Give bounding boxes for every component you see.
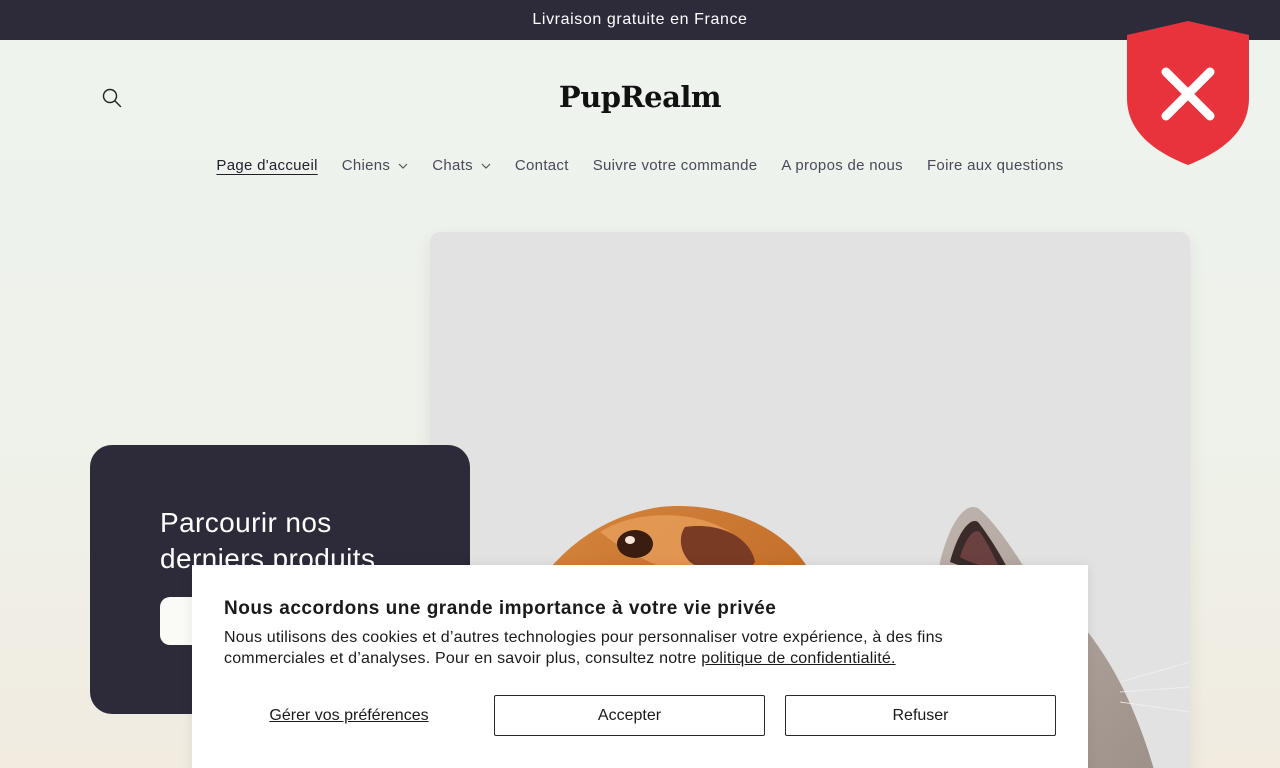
- nav-label-faq: Foire aux questions: [926, 157, 1064, 174]
- nav-item-chats[interactable]: Chats: [420, 157, 503, 174]
- nav-item-track-order[interactable]: Suivre votre commande: [581, 157, 770, 174]
- chevron-down-icon: [398, 163, 408, 169]
- nav-item-chiens[interactable]: Chiens: [330, 157, 421, 174]
- chevron-down-icon: [481, 163, 491, 169]
- cookie-title: Nous accordons une grande importance à v…: [224, 598, 777, 619]
- logo-text: PupRealm: [558, 80, 722, 114]
- announcement-bar: Livraison gratuite en France: [0, 0, 1280, 40]
- shield-x-badge: [1126, 20, 1250, 166]
- nav-label-chats: Chats: [432, 157, 473, 174]
- cookie-text-line1: Nous utilisons des cookies et d’autres t…: [224, 629, 943, 646]
- nav-item-home[interactable]: Page d'accueil: [204, 157, 329, 174]
- nav-label-home: Page d'accueil: [216, 157, 318, 174]
- nav-label-chiens: Chiens: [341, 157, 391, 174]
- accept-button[interactable]: Accepter: [494, 695, 765, 736]
- refuse-button[interactable]: Refuser: [785, 695, 1056, 736]
- announcement-text: Livraison gratuite en France: [532, 11, 748, 28]
- nav-label-contact: Contact: [514, 157, 569, 174]
- cookie-text-line2: commerciales et d’analyses. Pour en savo…: [224, 650, 702, 667]
- nav-label-track-order: Suivre votre commande: [592, 157, 758, 174]
- manage-preferences-link[interactable]: Gérer vos préférences: [224, 695, 474, 736]
- privacy-policy-link[interactable]: politique de confidentialité.: [701, 650, 895, 667]
- cookie-banner: Nous accordons une grande importance à v…: [192, 565, 1088, 768]
- site-logo[interactable]: PupRealm: [0, 80, 1280, 114]
- cookie-description: Nous utilisons des cookies et d’autres t…: [224, 627, 1024, 669]
- nav-item-faq[interactable]: Foire aux questions: [915, 157, 1076, 174]
- nav-label-about: A propos de nous: [781, 157, 903, 174]
- nav-item-contact[interactable]: Contact: [503, 157, 581, 174]
- nav-item-about[interactable]: A propos de nous: [769, 157, 915, 174]
- main-nav: Page d'accueil Chiens Chats Contact Suiv…: [0, 157, 1280, 174]
- shield-x-icon: [1127, 21, 1249, 165]
